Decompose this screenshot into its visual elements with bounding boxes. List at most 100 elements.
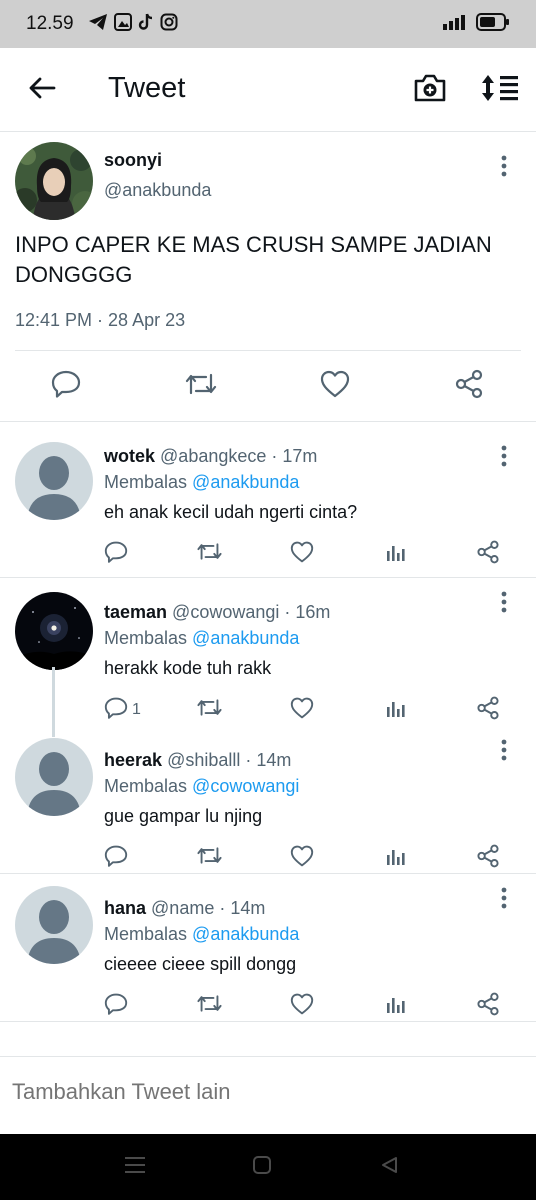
avatar[interactable] xyxy=(15,142,93,220)
share-icon xyxy=(454,369,484,404)
telegram-icon xyxy=(88,13,108,36)
share-button[interactable] xyxy=(476,842,500,874)
more-vertical-icon xyxy=(501,155,507,182)
home-button[interactable] xyxy=(247,1154,277,1180)
like-button[interactable] xyxy=(290,538,314,570)
mention-link[interactable]: @anakbunda xyxy=(192,472,299,492)
mention-link[interactable]: @anakbunda xyxy=(192,924,299,944)
replying-to: Membalas @anakbunda xyxy=(104,924,299,945)
like-button[interactable] xyxy=(290,842,314,874)
status-time: 12.59 xyxy=(26,13,74,34)
page-title: Tweet xyxy=(108,72,186,104)
comment-icon xyxy=(51,370,81,403)
reply-tweet[interactable]: wotek @abangkece · 17m Membalas @anakbun… xyxy=(0,422,536,578)
share-button[interactable] xyxy=(451,368,487,404)
retweet-icon xyxy=(196,845,223,871)
reply-text: gue gampar lu njing xyxy=(104,806,263,826)
analytics-icon xyxy=(386,542,406,567)
reply-button[interactable]: 1 xyxy=(104,694,141,726)
reply-actions xyxy=(104,842,524,874)
tiktok-icon xyxy=(138,13,154,36)
analytics-button[interactable] xyxy=(386,842,406,874)
comment-icon xyxy=(104,541,128,568)
retweet-button[interactable] xyxy=(196,990,223,1022)
replying-prefix: Membalas xyxy=(104,924,188,944)
more-vertical-icon xyxy=(501,445,507,472)
retweet-button[interactable] xyxy=(196,694,223,726)
replying-to: Membalas @cowowangi xyxy=(104,776,299,797)
reply-button[interactable] xyxy=(48,368,84,404)
avatar[interactable] xyxy=(15,592,93,670)
share-button[interactable] xyxy=(476,538,500,570)
share-button[interactable] xyxy=(476,694,500,726)
author-name[interactable]: wotek xyxy=(104,446,155,466)
status-notification-icons xyxy=(88,12,178,36)
reply-text: herakk kode tuh rakk xyxy=(104,658,272,678)
analytics-button[interactable] xyxy=(386,990,406,1022)
author-name[interactable]: soonyi xyxy=(104,150,162,171)
more-options-button[interactable] xyxy=(492,886,516,914)
analytics-button[interactable] xyxy=(386,538,406,570)
more-vertical-icon xyxy=(501,887,507,914)
reply-button[interactable] xyxy=(104,842,132,874)
battery-icon xyxy=(476,12,510,36)
reply-tweet[interactable]: taeman @cowowangi · 16m Membalas @anakbu… xyxy=(0,578,536,726)
retweet-icon xyxy=(196,993,223,1019)
comment-icon xyxy=(104,845,128,872)
avatar[interactable] xyxy=(15,738,93,816)
square-icon xyxy=(252,1155,272,1180)
author-handle[interactable]: @abangkece xyxy=(160,446,266,466)
like-button[interactable] xyxy=(290,694,314,726)
compose-area xyxy=(0,1056,536,1132)
more-options-button[interactable] xyxy=(492,444,516,472)
divider xyxy=(15,350,521,351)
reply-button[interactable] xyxy=(104,990,132,1022)
mention-link[interactable]: @anakbunda xyxy=(192,628,299,648)
reply-actions: 1 xyxy=(104,694,524,726)
comment-icon xyxy=(104,993,128,1020)
mention-link[interactable]: @cowowangi xyxy=(192,776,299,796)
author-name[interactable]: hana xyxy=(104,898,146,918)
sort-replies-button[interactable] xyxy=(478,70,522,110)
instagram-icon xyxy=(160,13,178,36)
analytics-icon xyxy=(386,994,406,1019)
reply-button[interactable] xyxy=(104,538,132,570)
status-bar: 12.59 xyxy=(0,0,536,48)
reply-tweet[interactable]: hana @name · 14m Membalas @anakbunda cie… xyxy=(0,874,536,1022)
share-button[interactable] xyxy=(476,990,500,1022)
author-handle[interactable]: @cowowangi xyxy=(172,602,279,622)
like-button[interactable] xyxy=(317,368,353,404)
reply-tweet[interactable]: heerak @shiballl · 14m Membalas @cowowan… xyxy=(0,726,536,874)
reply-header: hana @name · 14m xyxy=(104,898,265,919)
gallery-icon xyxy=(113,12,132,36)
retweet-button[interactable] xyxy=(183,368,219,404)
back-button[interactable] xyxy=(24,72,60,108)
recents-button[interactable] xyxy=(120,1154,150,1180)
reply-header: wotek @abangkece · 17m xyxy=(104,446,317,467)
more-vertical-icon xyxy=(501,591,507,618)
more-options-button[interactable] xyxy=(492,738,516,766)
back-nav-button[interactable] xyxy=(374,1154,404,1180)
retweet-button[interactable] xyxy=(196,538,223,570)
reply-count: 1 xyxy=(132,701,141,718)
author-name[interactable]: taeman xyxy=(104,602,167,622)
author-handle[interactable]: @anakbunda xyxy=(104,180,211,201)
author-handle[interactable]: @shiballl xyxy=(167,750,240,770)
reply-header: taeman @cowowangi · 16m xyxy=(104,602,330,623)
add-tweet-input[interactable] xyxy=(12,1079,512,1105)
heart-icon xyxy=(290,993,314,1020)
analytics-icon xyxy=(386,698,406,723)
retweet-button[interactable] xyxy=(196,842,223,874)
more-options-button[interactable] xyxy=(492,154,516,182)
more-options-button[interactable] xyxy=(492,590,516,618)
author-handle[interactable]: @name xyxy=(151,898,214,918)
avatar[interactable] xyxy=(15,442,93,520)
top-app-bar: Tweet xyxy=(0,48,536,132)
camera-button[interactable] xyxy=(410,70,450,110)
author-name[interactable]: heerak xyxy=(104,750,162,770)
avatar[interactable] xyxy=(15,886,93,964)
like-button[interactable] xyxy=(290,990,314,1022)
replying-to: Membalas @anakbunda xyxy=(104,628,299,649)
analytics-icon xyxy=(386,846,406,871)
analytics-button[interactable] xyxy=(386,694,406,726)
